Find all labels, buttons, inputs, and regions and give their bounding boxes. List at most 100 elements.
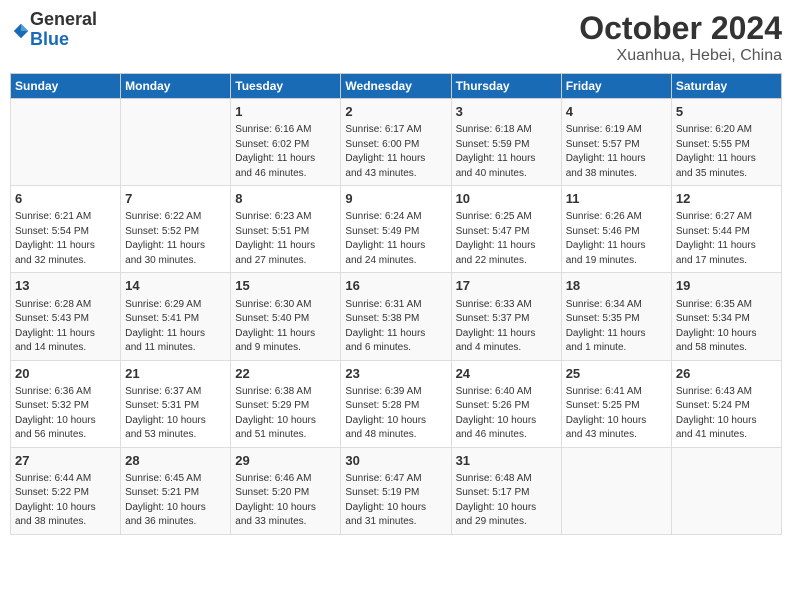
calendar-cell: 24Sunrise: 6:40 AMSunset: 5:26 PMDayligh… xyxy=(451,360,561,447)
calendar-subtitle: Xuanhua, Hebei, China xyxy=(579,47,782,65)
cell-content: Sunrise: 6:23 AMSunset: 5:51 PMDaylight:… xyxy=(235,210,336,268)
cell-content: Sunrise: 6:19 AMSunset: 5:57 PMDaylight:… xyxy=(566,123,667,181)
day-number: 23 xyxy=(345,365,446,383)
calendar-cell: 1 Sunrise: 6:16 AMSunset: 6:02 PMDaylight… xyxy=(231,99,341,186)
day-number: 10 xyxy=(456,190,557,208)
calendar-cell xyxy=(561,447,671,534)
day-number: 13 xyxy=(15,277,116,295)
calendar-cell: 14 Sunrise: 6:29 AMSunset: 5:41 PMDayligh… xyxy=(121,273,231,360)
day-number: 7 xyxy=(125,190,226,208)
cell-content: Sunrise: 6:39 AMSunset: 5:28 PMDaylight:… xyxy=(345,385,446,443)
calendar-cell: 9Sunrise: 6:24 AMSunset: 5:49 PMDaylight… xyxy=(341,186,451,273)
cell-content: Sunrise: 6:47 AMSunset: 5:19 PMDaylight:… xyxy=(345,472,446,530)
day-number: 2 xyxy=(345,103,446,121)
day-number: 4 xyxy=(566,103,667,121)
calendar-header: SundayMondayTuesdayWednesdayThursdayFrid… xyxy=(11,74,782,99)
cell-content: Sunrise: 6:37 AMSunset: 5:31 PMDaylight:… xyxy=(125,385,226,443)
cell-content: Sunrise: 6:24 AMSunset: 5:49 PMDaylight:… xyxy=(345,210,446,268)
calendar-cell: 11 Sunrise: 6:26 AMSunset: 5:46 PMDayligh… xyxy=(561,186,671,273)
calendar-cell: 27Sunrise: 6:44 AMSunset: 5:22 PMDayligh… xyxy=(11,447,121,534)
cell-content: Sunrise: 6:35 AMSunset: 5:34 PMDaylight:… xyxy=(676,298,777,356)
cell-content: Sunrise: 6:28 AMSunset: 5:43 PMDaylight:… xyxy=(15,298,116,356)
calendar-cell: 21 Sunrise: 6:37 AMSunset: 5:31 PMDayligh… xyxy=(121,360,231,447)
cell-content: Sunrise: 6:33 AMSunset: 5:37 PMDaylight:… xyxy=(456,298,557,356)
calendar-cell: 6 Sunrise: 6:21 AMSunset: 5:54 PMDaylight… xyxy=(11,186,121,273)
calendar-cell: 13 Sunrise: 6:28 AMSunset: 5:43 PMDayligh… xyxy=(11,273,121,360)
cell-content: Sunrise: 6:25 AMSunset: 5:47 PMDaylight:… xyxy=(456,210,557,268)
calendar-cell: 19 Sunrise: 6:35 AMSunset: 5:34 PMDayligh… xyxy=(671,273,781,360)
day-number: 22 xyxy=(235,365,336,383)
calendar-cell: 12Sunrise: 6:27 AMSunset: 5:44 PMDayligh… xyxy=(671,186,781,273)
calendar-title: October 2024 xyxy=(579,10,782,47)
logo-blue: Blue xyxy=(30,30,97,50)
day-number: 21 xyxy=(125,365,226,383)
logo-general: General xyxy=(30,10,97,30)
day-number: 16 xyxy=(345,277,446,295)
header-cell-saturday: Saturday xyxy=(671,74,781,99)
day-number: 5 xyxy=(676,103,777,121)
calendar-row-4: 27Sunrise: 6:44 AMSunset: 5:22 PMDayligh… xyxy=(11,447,782,534)
day-number: 15 xyxy=(235,277,336,295)
cell-content: Sunrise: 6:29 AMSunset: 5:41 PMDaylight:… xyxy=(125,298,226,356)
cell-content: Sunrise: 6:16 AMSunset: 6:02 PMDaylight:… xyxy=(235,123,336,181)
day-number: 29 xyxy=(235,452,336,470)
day-number: 6 xyxy=(15,190,116,208)
day-number: 20 xyxy=(15,365,116,383)
day-number: 1 xyxy=(235,103,336,121)
calendar-cell: 23 Sunrise: 6:39 AMSunset: 5:28 PMDayligh… xyxy=(341,360,451,447)
calendar-cell: 7 Sunrise: 6:22 AMSunset: 5:52 PMDaylight… xyxy=(121,186,231,273)
calendar-cell: 28Sunrise: 6:45 AMSunset: 5:21 PMDayligh… xyxy=(121,447,231,534)
cell-content: Sunrise: 6:30 AMSunset: 5:40 PMDaylight:… xyxy=(235,298,336,356)
calendar-cell xyxy=(11,99,121,186)
cell-content: Sunrise: 6:20 AMSunset: 5:55 PMDaylight:… xyxy=(676,123,777,181)
calendar-row-1: 6 Sunrise: 6:21 AMSunset: 5:54 PMDaylight… xyxy=(11,186,782,273)
cell-content: Sunrise: 6:48 AMSunset: 5:17 PMDaylight:… xyxy=(456,472,557,530)
calendar-cell xyxy=(121,99,231,186)
logo-icon xyxy=(12,22,30,40)
calendar-cell: 5 Sunrise: 6:20 AMSunset: 5:55 PMDaylight… xyxy=(671,99,781,186)
calendar-table: SundayMondayTuesdayWednesdayThursdayFrid… xyxy=(10,73,782,535)
cell-content: Sunrise: 6:43 AMSunset: 5:24 PMDaylight:… xyxy=(676,385,777,443)
calendar-cell xyxy=(671,447,781,534)
cell-content: Sunrise: 6:17 AMSunset: 6:00 PMDaylight:… xyxy=(345,123,446,181)
calendar-cell: 16 Sunrise: 6:31 AMSunset: 5:38 PMDayligh… xyxy=(341,273,451,360)
cell-content: Sunrise: 6:18 AMSunset: 5:59 PMDaylight:… xyxy=(456,123,557,181)
logo-text: General Blue xyxy=(30,10,97,50)
day-number: 31 xyxy=(456,452,557,470)
cell-content: Sunrise: 6:46 AMSunset: 5:20 PMDaylight:… xyxy=(235,472,336,530)
cell-content: Sunrise: 6:26 AMSunset: 5:46 PMDaylight:… xyxy=(566,210,667,268)
day-number: 3 xyxy=(456,103,557,121)
day-number: 19 xyxy=(676,277,777,295)
calendar-cell: 20Sunrise: 6:36 AMSunset: 5:32 PMDayligh… xyxy=(11,360,121,447)
calendar-cell: 4 Sunrise: 6:19 AMSunset: 5:57 PMDaylight… xyxy=(561,99,671,186)
calendar-row-2: 13 Sunrise: 6:28 AMSunset: 5:43 PMDayligh… xyxy=(11,273,782,360)
calendar-cell: 29 Sunrise: 6:46 AMSunset: 5:20 PMDayligh… xyxy=(231,447,341,534)
calendar-cell: 30Sunrise: 6:47 AMSunset: 5:19 PMDayligh… xyxy=(341,447,451,534)
title-block: October 2024 Xuanhua, Hebei, China xyxy=(579,10,782,65)
day-number: 26 xyxy=(676,365,777,383)
day-number: 18 xyxy=(566,277,667,295)
header-cell-tuesday: Tuesday xyxy=(231,74,341,99)
calendar-cell: 31 Sunrise: 6:48 AMSunset: 5:17 PMDayligh… xyxy=(451,447,561,534)
calendar-cell: 15 Sunrise: 6:30 AMSunset: 5:40 PMDayligh… xyxy=(231,273,341,360)
header-cell-thursday: Thursday xyxy=(451,74,561,99)
calendar-row-0: 1 Sunrise: 6:16 AMSunset: 6:02 PMDaylight… xyxy=(11,99,782,186)
calendar-cell: 2 Sunrise: 6:17 AMSunset: 6:00 PMDaylight… xyxy=(341,99,451,186)
cell-content: Sunrise: 6:34 AMSunset: 5:35 PMDaylight:… xyxy=(566,298,667,356)
day-number: 27 xyxy=(15,452,116,470)
cell-content: Sunrise: 6:22 AMSunset: 5:52 PMDaylight:… xyxy=(125,210,226,268)
page-header: General Blue October 2024 Xuanhua, Hebei… xyxy=(10,10,782,65)
day-number: 12 xyxy=(676,190,777,208)
day-number: 17 xyxy=(456,277,557,295)
cell-content: Sunrise: 6:40 AMSunset: 5:26 PMDaylight:… xyxy=(456,385,557,443)
day-number: 14 xyxy=(125,277,226,295)
cell-content: Sunrise: 6:31 AMSunset: 5:38 PMDaylight:… xyxy=(345,298,446,356)
cell-content: Sunrise: 6:21 AMSunset: 5:54 PMDaylight:… xyxy=(15,210,116,268)
cell-content: Sunrise: 6:45 AMSunset: 5:21 PMDaylight:… xyxy=(125,472,226,530)
header-cell-sunday: Sunday xyxy=(11,74,121,99)
calendar-cell: 26 Sunrise: 6:43 AMSunset: 5:24 PMDayligh… xyxy=(671,360,781,447)
header-cell-friday: Friday xyxy=(561,74,671,99)
day-number: 11 xyxy=(566,190,667,208)
calendar-cell: 8Sunrise: 6:23 AMSunset: 5:51 PMDaylight… xyxy=(231,186,341,273)
calendar-body: 1 Sunrise: 6:16 AMSunset: 6:02 PMDaylight… xyxy=(11,99,782,535)
